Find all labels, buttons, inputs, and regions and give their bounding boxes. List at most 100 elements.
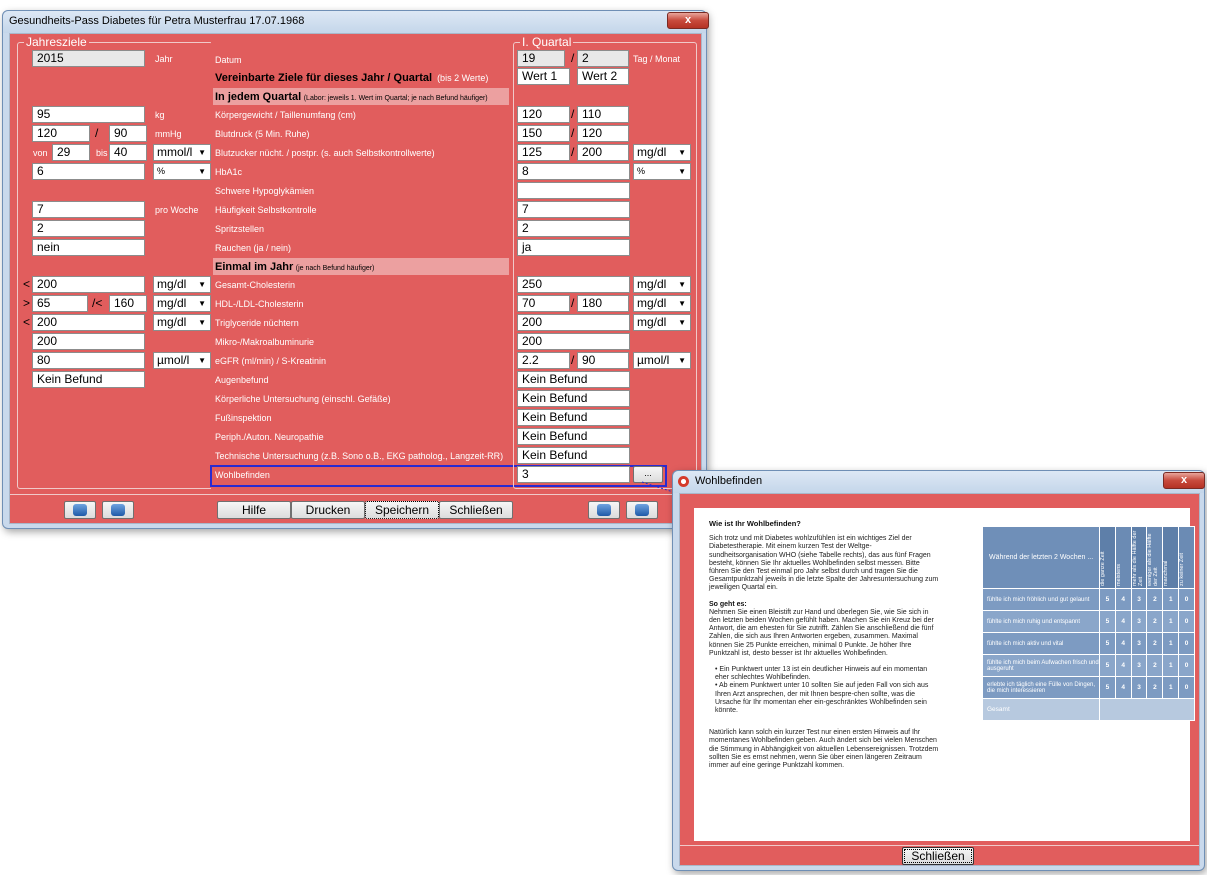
q-ldl-unit-select[interactable]: mg/dl ▼ (633, 295, 691, 312)
q-hdl-field[interactable]: 70 (517, 295, 570, 312)
goal-smoking-field[interactable]: nein (32, 239, 145, 256)
chevron-down-icon: ▼ (198, 280, 206, 289)
q-hba1c-unit-select[interactable]: % ▼ (633, 163, 691, 180)
goal-chol-op: < (23, 277, 31, 291)
q-chol-field[interactable]: 250 (517, 276, 630, 293)
goals-prev-button[interactable] (64, 501, 96, 519)
goal-hdl-field[interactable]: 65 (32, 295, 88, 312)
howto-text: Nehmen Sie einen Bleistift zur Hand und … (709, 608, 934, 657)
chevron-down-icon: ▼ (678, 148, 686, 157)
popup-close-button[interactable]: x (1163, 472, 1205, 489)
col-manchmal: manchmal (1162, 526, 1180, 589)
q-injection-field[interactable]: 2 (517, 220, 630, 237)
q-trig-field[interactable]: 200 (517, 314, 630, 331)
q-technisch-field[interactable]: Kein Befund (517, 447, 630, 464)
goal-chol-field[interactable]: 200 (32, 276, 145, 293)
label-rauchen: Rauchen (ja / nein) (215, 243, 292, 253)
goal-bp-dia-field[interactable]: 90 (109, 125, 147, 142)
goal-bz-from-field[interactable]: 29 (52, 144, 90, 161)
quarter-prev-button[interactable] (588, 501, 620, 519)
q-wert1-field[interactable]: Wert 1 (517, 68, 570, 85)
col-mehr-als-haelfte: mehr als die Hälfte der Zeit (1130, 526, 1148, 589)
goal-bp-sys-field[interactable]: 120 (32, 125, 90, 142)
goal-albu-field[interactable]: 200 (32, 333, 145, 350)
goal-bz-to-field[interactable]: 40 (109, 144, 147, 161)
rewind-icon (597, 504, 611, 516)
q-wert2-field[interactable]: Wert 2 (577, 68, 629, 85)
q-egfr-field[interactable]: 2.2 (517, 352, 570, 369)
goal-chol-unit-select[interactable]: mg/dl ▼ (153, 276, 211, 293)
label-jedes-quartal: In jedem Quartal (Labor: jeweils 1. Wert… (215, 91, 488, 103)
label-fuss: Fußinspektion (215, 413, 272, 423)
q-bz-n-field[interactable]: 125 (517, 144, 570, 161)
q-hypo-field[interactable] (517, 182, 630, 199)
goal-trig-unit-select[interactable]: mg/dl ▼ (153, 314, 211, 331)
q-egfr-unit-select[interactable]: µmol/l ▼ (633, 352, 691, 369)
goal-injection-field[interactable]: 2 (32, 220, 145, 237)
goal-ldl-field[interactable]: 160 (109, 295, 147, 312)
q-koerper-field[interactable]: Kein Befund (517, 390, 630, 407)
q-hba1c-field[interactable]: 8 (517, 163, 630, 180)
goal-selfcheck-field[interactable]: 7 (32, 201, 145, 218)
row-label: fühlte ich mich aktiv und vital (981, 632, 1101, 655)
goal-weight-field[interactable]: 95 (32, 106, 145, 123)
q-bp-sys-field[interactable]: 150 (517, 125, 570, 142)
label-datum: Datum (215, 55, 242, 65)
who5-table: Während der letzten 2 Wochen ... die gan… (981, 526, 1195, 721)
chevron-down-icon: ▼ (678, 280, 686, 289)
q-smoking-field[interactable]: ja (517, 239, 630, 256)
q-albu-field[interactable]: 200 (517, 333, 630, 350)
col-die-ganze-zeit: die ganze Zeit (1099, 526, 1116, 589)
q-waist-field[interactable]: 110 (577, 106, 629, 123)
main-close-button[interactable]: x (667, 12, 709, 29)
goal-eye-field[interactable]: Kein Befund (32, 371, 145, 388)
q-weight-slash: / (571, 107, 575, 121)
score-cell: 4 (1114, 632, 1132, 655)
q-wohl-field[interactable]: 3 (517, 466, 630, 483)
speichern-button[interactable]: Speichern (365, 501, 439, 519)
label-egfr: eGFR (ml/min) / S-Kreatinin (215, 356, 327, 366)
q-fuss-field[interactable]: Kein Befund (517, 409, 630, 426)
chevron-down-icon: ▼ (678, 299, 686, 308)
score-cell: 5 (1099, 588, 1116, 611)
score-cell: 0 (1178, 632, 1195, 655)
q-bz-p-field[interactable]: 200 (577, 144, 629, 161)
outro-text: Natürlich kann solch ein kurzer Test nur… (709, 729, 939, 770)
q-ldl-field[interactable]: 180 (577, 295, 629, 312)
row-label: fühlte ich mich beim Aufwachen frisch un… (981, 654, 1101, 677)
main-titlebar: Gesundheits-Pass Diabetes für Petra Must… (3, 11, 706, 33)
hilfe-button[interactable]: Hilfe (217, 501, 291, 519)
q-selfcheck-field[interactable]: 7 (517, 201, 630, 218)
goal-trig-field[interactable]: 200 (32, 314, 145, 331)
q-bp-dia-field[interactable]: 120 (577, 125, 629, 142)
wohlbefinden-window: Wohlbefinden x Wie ist Ihr Wohlbefinden?… (672, 470, 1205, 871)
q-trig-unit-select[interactable]: mg/dl ▼ (633, 314, 691, 331)
goal-egfr-field[interactable]: 80 (32, 352, 145, 369)
quartal-label: I. Quartal (520, 35, 574, 49)
schliessen-button[interactable]: Schließen (439, 501, 513, 519)
score-cell: 3 (1130, 610, 1148, 633)
q-chol-unit-select[interactable]: mg/dl ▼ (633, 276, 691, 293)
q-month-field[interactable]: 2 (577, 50, 629, 67)
q-day-field[interactable]: 19 (517, 50, 565, 67)
q-krea-field[interactable]: 90 (577, 352, 629, 369)
chevron-down-icon: ▼ (678, 318, 686, 327)
score-cell: 2 (1146, 676, 1164, 699)
goal-hba1c-field[interactable]: 6 (32, 163, 145, 180)
score-cell: 3 (1130, 676, 1148, 699)
q-neuro-field[interactable]: Kein Befund (517, 428, 630, 445)
goal-bz-unit-select[interactable]: mmol/l ▼ (153, 144, 211, 161)
goal-egfr-unit-select[interactable]: µmol/l ▼ (153, 352, 211, 369)
goal-hba1c-unit-select[interactable]: % ▼ (153, 163, 211, 180)
goal-trig-op: < (23, 315, 31, 329)
goals-next-button[interactable] (102, 501, 134, 519)
q-auge-field[interactable]: Kein Befund (517, 371, 630, 388)
goal-ldl-unit-select[interactable]: mg/dl ▼ (153, 295, 211, 312)
label-spritz: Spritzstellen (215, 224, 265, 234)
popup-schliessen-button[interactable]: Schließen (902, 847, 974, 865)
drucken-button[interactable]: Drucken (291, 501, 365, 519)
q-weight-field[interactable]: 120 (517, 106, 570, 123)
q-bz-unit-select[interactable]: mg/dl ▼ (633, 144, 691, 161)
col-weniger-als-haelfte: weniger als die Hälfte der Zeit (1146, 526, 1164, 589)
goal-year-field[interactable]: 2015 (32, 50, 145, 67)
